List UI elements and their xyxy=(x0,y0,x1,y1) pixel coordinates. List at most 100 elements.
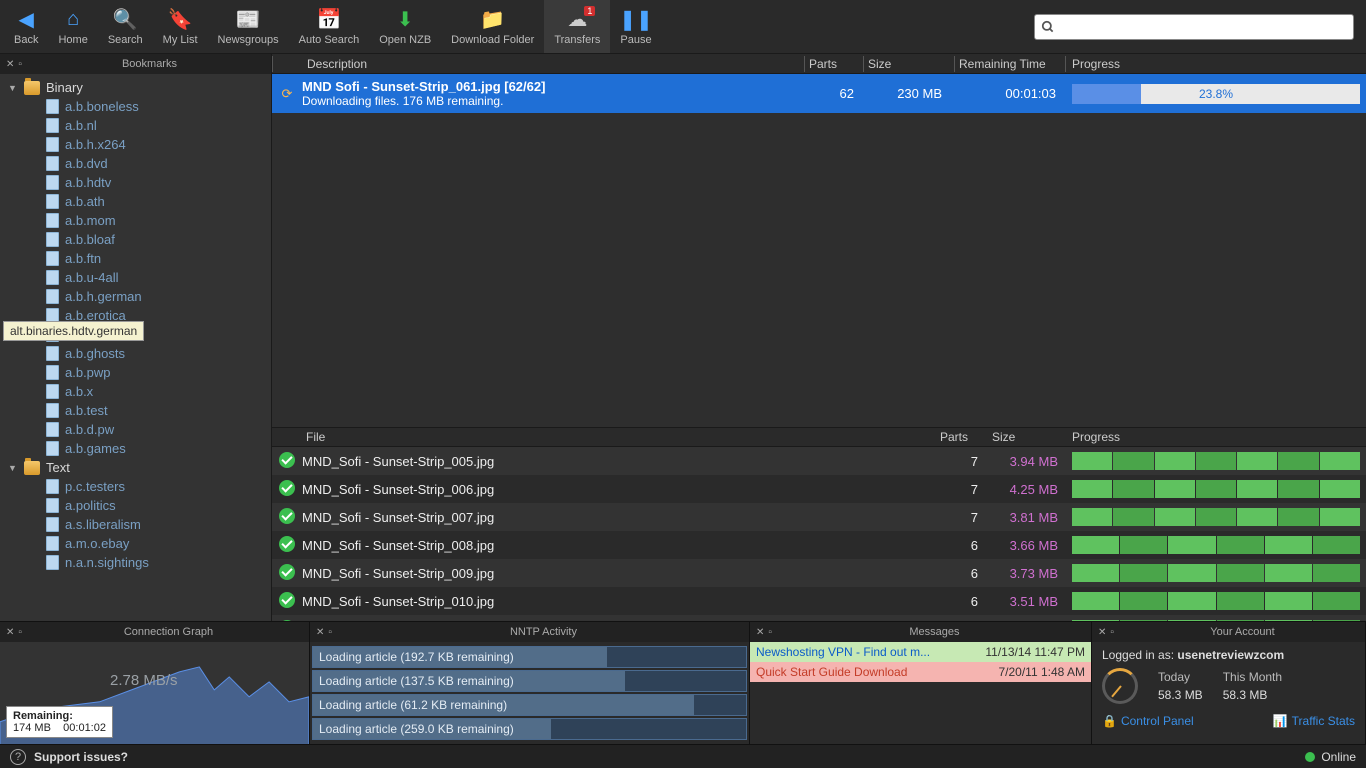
tree-item[interactable]: a.b.h.german xyxy=(0,287,271,306)
tree-item-label: a.b.ghosts xyxy=(65,346,125,361)
file-row[interactable]: MND_Sofi - Sunset-Strip_010.jpg63.51 MB xyxy=(272,587,1366,615)
queue-parts: 62 xyxy=(808,86,866,101)
col-progress[interactable]: Progress xyxy=(1066,57,1366,71)
tree-item[interactable]: n.a.n.sightings xyxy=(0,553,271,572)
tree-item[interactable]: a.b.ghosts xyxy=(0,344,271,363)
pause-button[interactable]: ❚❚Pause xyxy=(610,0,661,53)
tree-group-label: Text xyxy=(46,460,70,475)
calendar-icon: 📅 xyxy=(317,8,341,32)
tree-item[interactable]: a.s.liberalism xyxy=(0,515,271,534)
tree-item-label: p.c.testers xyxy=(65,479,125,494)
panel-undock-icon[interactable]: ▫ xyxy=(18,59,22,70)
col-file-parts[interactable]: Parts xyxy=(936,430,988,444)
bookmarks-tree[interactable]: ▼Binarya.b.bonelessa.b.nl a.b.h.x264 a.b.d… xyxy=(0,74,271,621)
panel-undock-icon[interactable]: ▫ xyxy=(328,627,332,638)
messages-list[interactable]: Newshosting VPN - Find out m...11/13/14 … xyxy=(750,642,1091,744)
tree-item-label: a.b.hdtv xyxy=(65,175,111,190)
panel-close-icon[interactable]: ✕ xyxy=(1098,627,1106,638)
tree-item[interactable]: a.b.h.x264 xyxy=(0,135,271,154)
file-name: MND_Sofi - Sunset-Strip_009.jpg xyxy=(302,566,936,581)
search-button[interactable]: 🔍Search xyxy=(98,0,153,53)
nntp-row: Loading article (259.0 KB remaining) xyxy=(312,718,747,740)
tree-item[interactable]: a.politics xyxy=(0,496,271,515)
file-row[interactable]: MND_Sofi - Sunset-Strip_005.jpg73.94 MB xyxy=(272,447,1366,475)
tree-item[interactable]: a.b.pwp xyxy=(0,363,271,382)
file-icon xyxy=(46,251,59,266)
bookmark-icon: 🔖 xyxy=(168,8,192,32)
traffic-stats-link[interactable]: 📊Traffic Stats xyxy=(1273,714,1355,728)
file-row[interactable]: MND_Sofi - Sunset-Strip_006.jpg74.25 MB xyxy=(272,475,1366,503)
autosearch-button[interactable]: 📅Auto Search xyxy=(289,0,370,53)
col-description[interactable]: Description xyxy=(273,57,804,71)
tree-item[interactable]: a.b.x xyxy=(0,382,271,401)
transfers-button[interactable]: ☁1Transfers xyxy=(544,0,610,53)
nntp-row: Loading article (137.5 KB remaining) xyxy=(312,670,747,692)
downloadfolder-button[interactable]: 📁Download Folder xyxy=(441,0,544,53)
toolbar-search xyxy=(1034,0,1362,53)
segment-bar xyxy=(1072,536,1360,554)
tree-item[interactable]: a.b.nl xyxy=(0,116,271,135)
newsgroups-button[interactable]: 📰Newsgroups xyxy=(208,0,289,53)
nntp-list: Loading article (192.7 KB remaining)Load… xyxy=(310,642,749,744)
support-link[interactable]: ?Support issues? xyxy=(10,749,128,765)
search-icon: 🔍 xyxy=(113,8,137,32)
tree-group[interactable]: ▼Binary xyxy=(0,78,271,97)
control-panel-link[interactable]: 🔒Control Panel xyxy=(1102,714,1194,728)
home-button[interactable]: ⌂Home xyxy=(48,0,97,53)
tree-item-label: a.b.h.german xyxy=(65,289,142,304)
panel-close-icon[interactable]: ✕ xyxy=(316,627,324,638)
mylist-button[interactable]: 🔖My List xyxy=(153,0,208,53)
file-row[interactable]: MND_Sofi - Sunset-Strip_009.jpg63.73 MB xyxy=(272,559,1366,587)
panel-close-icon[interactable]: ✕ xyxy=(6,627,14,638)
search-input[interactable] xyxy=(1034,14,1354,40)
file-parts: 7 xyxy=(936,454,988,469)
file-row[interactable]: MND_Sofi - Sunset-Strip_007.jpg73.81 MB xyxy=(272,503,1366,531)
tree-item-label: a.b.pwp xyxy=(65,365,111,380)
tree-item[interactable]: p.c.testers xyxy=(0,477,271,496)
panel-close-icon[interactable]: ✕ xyxy=(756,627,764,638)
connection-panel: ✕▫Connection Graph 2.78 MB/s Remaining: … xyxy=(0,622,310,744)
file-icon xyxy=(46,346,59,361)
back-button[interactable]: ◀Back xyxy=(4,0,48,53)
file-row[interactable]: MND_Sofi - Sunset-Strip_008.jpg63.66 MB xyxy=(272,531,1366,559)
file-parts: 6 xyxy=(936,538,988,553)
col-file-size[interactable]: Size xyxy=(988,430,1066,444)
col-remaining-time[interactable]: Remaining Time xyxy=(955,57,1065,71)
panel-undock-icon[interactable]: ▫ xyxy=(768,627,772,638)
file-parts: 6 xyxy=(936,594,988,609)
tree-item[interactable]: a.b.ath xyxy=(0,192,271,211)
tree-item[interactable]: a.b.games xyxy=(0,439,271,458)
tree-item-label: a.s.liberalism xyxy=(65,517,141,532)
file-list[interactable]: MND_Sofi - Sunset-Strip_005.jpg73.94 MBM… xyxy=(272,447,1366,621)
col-size[interactable]: Size xyxy=(864,57,954,71)
tree-item[interactable]: a.b.test xyxy=(0,401,271,420)
tree-item[interactable]: a.b.dvd xyxy=(0,154,271,173)
tree-item-label: a.b.h.x264 xyxy=(65,137,126,152)
tree-item[interactable]: a.b.mom xyxy=(0,211,271,230)
file-icon xyxy=(46,555,59,570)
queue-row[interactable]: ⟳ MND Sofi - Sunset-Strip_061.jpg [62/62… xyxy=(272,74,1366,113)
tree-item[interactable]: a.b.hdtv xyxy=(0,173,271,192)
tree-group[interactable]: ▼Text xyxy=(0,458,271,477)
tree-item[interactable]: a.b.bloaf xyxy=(0,230,271,249)
segment-bar xyxy=(1072,564,1360,582)
panel-undock-icon[interactable]: ▫ xyxy=(18,627,22,638)
messages-title: Messages xyxy=(778,626,1091,638)
panel-close-icon[interactable]: ✕ xyxy=(6,59,14,70)
account-title: Your Account xyxy=(1120,626,1365,638)
col-file-progress[interactable]: Progress xyxy=(1066,430,1366,444)
chart-icon: 📊 xyxy=(1273,714,1288,728)
pause-icon: ❚❚ xyxy=(624,8,648,32)
tree-item[interactable]: a.b.d.pw xyxy=(0,420,271,439)
opennzb-button[interactable]: ⬇Open NZB xyxy=(369,0,441,53)
tree-item[interactable]: a.b.boneless xyxy=(0,97,271,116)
file-size: 3.66 MB xyxy=(988,538,1066,553)
message-row[interactable]: Quick Start Guide Download7/20/11 1:48 A… xyxy=(750,662,1091,682)
tree-item[interactable]: a.b.u-4all xyxy=(0,268,271,287)
message-row[interactable]: Newshosting VPN - Find out m...11/13/14 … xyxy=(750,642,1091,662)
tree-item[interactable]: a.m.o.ebay xyxy=(0,534,271,553)
col-parts[interactable]: Parts xyxy=(805,57,863,71)
col-file[interactable]: File xyxy=(272,430,936,444)
panel-undock-icon[interactable]: ▫ xyxy=(1110,627,1114,638)
tree-item[interactable]: a.b.ftn xyxy=(0,249,271,268)
